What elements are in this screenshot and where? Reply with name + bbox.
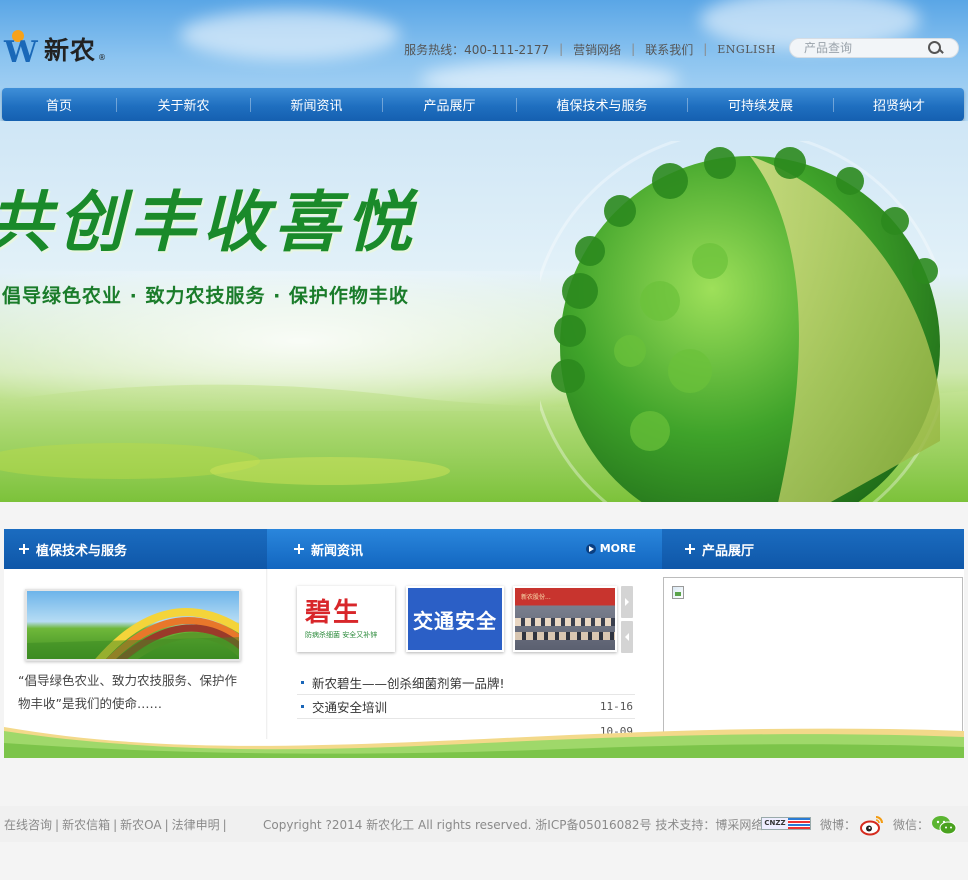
carousel-prev-button[interactable] <box>621 621 633 653</box>
nav-item-service[interactable]: 植保技术与服务 <box>517 88 687 121</box>
rainbow-field-image <box>27 608 239 659</box>
news-item-date: 11-16 <box>599 700 633 713</box>
nav-item-products[interactable]: 产品展厅 <box>383 88 516 121</box>
footer-link-online-consult[interactable]: 在线咨询 <box>4 818 52 832</box>
weixin-label: 微信： <box>893 818 930 832</box>
logo-text: 新农 <box>44 36 97 65</box>
nav-item-about[interactable]: 关于新农 <box>117 88 250 121</box>
news-item-title[interactable]: 交通安全培训 <box>312 697 600 716</box>
nav-item-home[interactable]: 首页 <box>2 88 116 121</box>
cnzz-graph <box>788 818 810 829</box>
english-link[interactable]: ENGLISH <box>717 43 776 56</box>
footer-link-mailbox[interactable]: 新农信箱 <box>62 818 110 832</box>
product-showcase[interactable] <box>663 577 963 737</box>
nav-item-sustainability[interactable]: 可持续发展 <box>688 88 833 121</box>
broken-image-icon <box>672 586 684 599</box>
more-arrow-icon <box>585 543 596 554</box>
top-links: 服务热线：400-111-2177 | 营销网络 | 联系我们 | ENGLIS… <box>404 40 776 58</box>
news-thumb-meeting-photo[interactable]: 新农股份... <box>513 586 617 652</box>
plus-icon <box>293 543 305 555</box>
contact-link[interactable]: 联系我们 <box>645 41 693 58</box>
hero-banner[interactable]: 共创丰收喜悦 倡导绿色农业 · 致力农技服务 · 保护作物丰收 <box>0 121 968 502</box>
copyright-text: Copyright ?2014 新农化工 All rights reserved… <box>263 818 764 832</box>
footer-link-legal[interactable]: 法律申明 <box>172 818 220 832</box>
separator: | <box>55 818 60 832</box>
audience-row <box>515 632 615 640</box>
search-box <box>789 38 959 58</box>
thumb-big-text: 碧生 <box>305 598 362 628</box>
main-nav: 首页 关于新农 新闻资讯 产品展厅 植保技术与服务 可持续发展 招贤纳才 <box>2 88 964 121</box>
green-globe-image <box>540 141 940 502</box>
audience-row <box>515 618 615 626</box>
cnzz-label: CNZZ <box>762 818 788 829</box>
footer-link-oa[interactable]: 新农OA <box>120 818 161 832</box>
thumb-caption: 新农股份... <box>521 594 551 601</box>
plus-icon <box>684 543 696 555</box>
footer: 在线咨询 | 新农信箱 | 新农OA | 法律申明 | Copyright ?2014 新农化… <box>0 806 968 842</box>
news-thumb-bisheng[interactable]: 碧生 防病杀细菌 安全又补锌 <box>297 586 395 652</box>
wave-decoration <box>4 727 964 758</box>
news-item[interactable]: 交通安全培训 11-16 <box>297 695 635 719</box>
bullet-icon <box>301 705 304 708</box>
banner-slogan: 共创丰收喜悦 <box>0 183 418 261</box>
bullet-icon <box>301 681 304 684</box>
registered-mark: ® <box>98 53 107 62</box>
separator: | <box>222 818 227 832</box>
sales-network-link[interactable]: 营销网络 <box>573 41 621 58</box>
logo-mark-icon: W <box>4 30 38 68</box>
weibo-label: 微博： <box>820 818 857 832</box>
products-header: 产品展厅 <box>662 529 964 569</box>
logo[interactable]: W 新农 ® <box>4 28 106 70</box>
cloud-decoration <box>180 10 400 60</box>
news-item-title[interactable]: 新农碧生——创杀细菌剂第一品牌! <box>312 673 633 692</box>
separator: | <box>113 818 118 832</box>
search-icon[interactable] <box>926 39 944 57</box>
cnzz-badge[interactable]: CNZZ <box>761 817 811 830</box>
column-divider <box>266 569 268 739</box>
service-description: “倡导绿色农业、致力农技服务、保护作物丰收”是我们的使命…… <box>18 673 237 711</box>
nav-item-careers[interactable]: 招贤纳才 <box>834 88 964 121</box>
thumb-small-text: 防病杀细菌 安全又补锌 <box>305 631 378 639</box>
service-title[interactable]: 植保技术与服务 <box>36 540 127 559</box>
nav-item-news[interactable]: 新闻资讯 <box>251 88 382 121</box>
content-area: 植保技术与服务 新闻资讯 MORE 产品展厅 “倡导绿色农业、致力农技服务、保护… <box>4 529 964 758</box>
separator: | <box>703 42 708 56</box>
separator: | <box>164 818 169 832</box>
banner-subslogan: 倡导绿色农业 · 致力农技服务 · 保护作物丰收 <box>2 285 409 307</box>
more-link[interactable]: MORE <box>585 542 636 555</box>
plus-icon <box>18 543 30 555</box>
news-thumb-traffic-safety[interactable]: 交通安全 <box>406 586 504 652</box>
service-header: 植保技术与服务 <box>4 529 267 569</box>
thumb-big-text: 交通安全 <box>413 608 497 633</box>
weixin-icon[interactable] <box>931 814 957 836</box>
carousel-next-button[interactable] <box>621 586 633 618</box>
search-input[interactable] <box>790 39 926 57</box>
footer-links: 在线咨询 | 新农信箱 | 新农OA | 法律申明 | <box>4 816 230 833</box>
news-title[interactable]: 新闻资讯 <box>311 540 363 559</box>
service-image[interactable] <box>25 589 241 661</box>
hotline-text: 服务热线：400-111-2177 <box>404 42 550 57</box>
news-item[interactable]: 新农碧生——创杀细菌剂第一品牌! <box>297 671 635 695</box>
header: W 新农 ® 服务热线：400-111-2177 | 营销网络 | 联系我们 |… <box>0 0 968 130</box>
weibo-icon[interactable] <box>859 814 885 836</box>
news-header: 新闻资讯 MORE <box>267 529 662 569</box>
separator: | <box>631 42 636 56</box>
more-label: MORE <box>599 542 636 555</box>
separator: | <box>559 42 564 56</box>
products-title[interactable]: 产品展厅 <box>702 540 754 559</box>
